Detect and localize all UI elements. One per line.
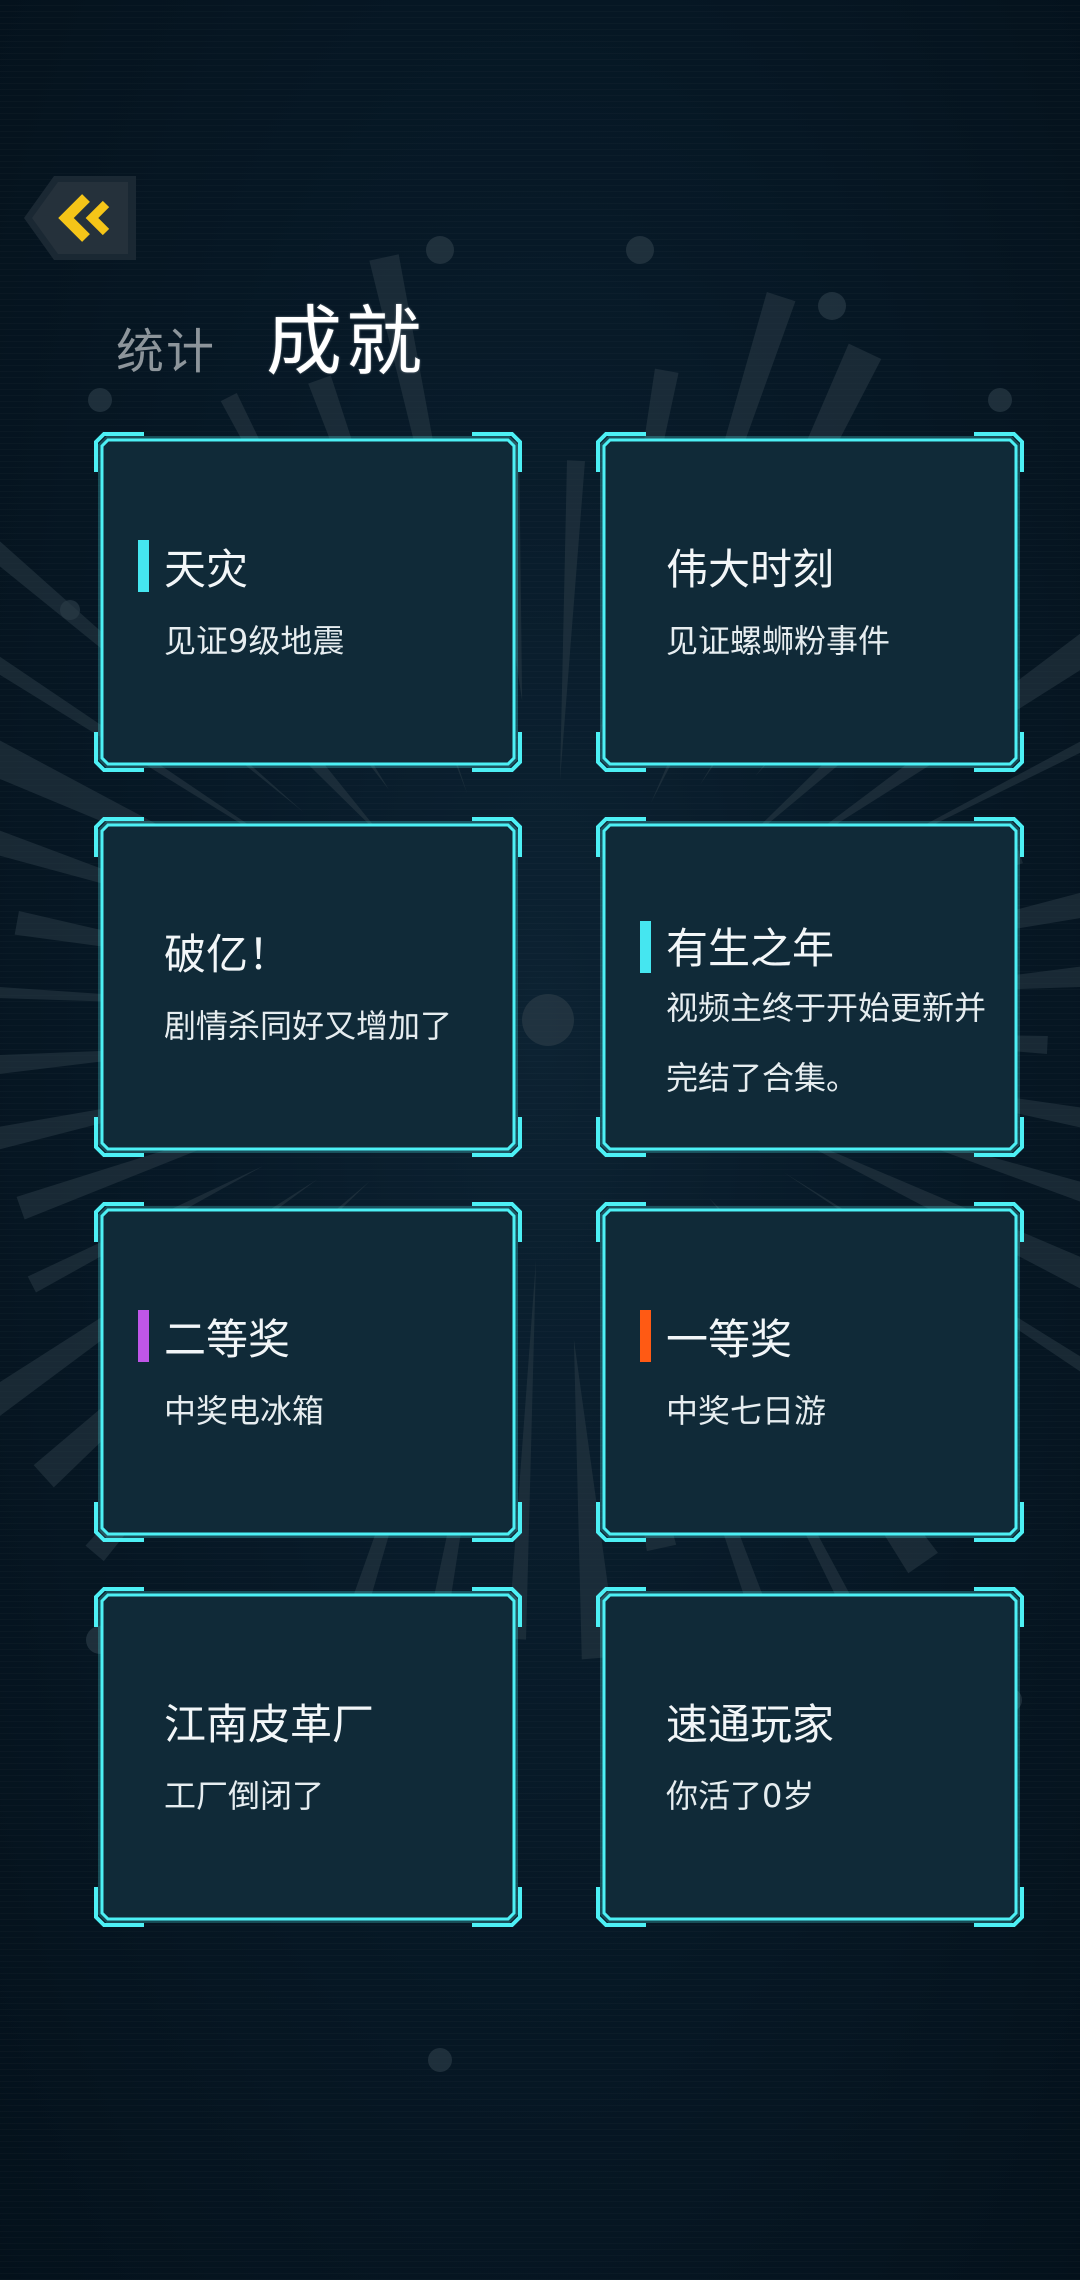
achievement-description: 工厂倒闭了 bbox=[164, 1777, 325, 1815]
achievement-title: 江南皮革厂 bbox=[164, 1700, 375, 1749]
achievement-description: 见证9级地震 bbox=[164, 622, 345, 660]
achievement-title: 伟大时刻 bbox=[666, 545, 835, 594]
achievement-title: 一等奖 bbox=[666, 1315, 793, 1364]
double-chevron-left-icon bbox=[24, 176, 136, 260]
card-frame bbox=[596, 1202, 1024, 1542]
tab-bar: 统计 成就 bbox=[116, 280, 426, 390]
burst-dot bbox=[428, 2048, 452, 2072]
card-frame bbox=[94, 1202, 522, 1542]
burst-dot bbox=[988, 388, 1012, 412]
achievement-title: 二等奖 bbox=[164, 1315, 291, 1364]
achievement-card[interactable]: 伟大时刻 见证螺蛳粉事件 bbox=[596, 432, 1024, 772]
accent-bar bbox=[138, 1310, 149, 1362]
achievement-title: 速通玩家 bbox=[666, 1700, 835, 1749]
achievement-description: 你活了0岁 bbox=[666, 1777, 815, 1815]
achievement-description: 剧情杀同好又增加了 bbox=[164, 1007, 453, 1045]
card-frame bbox=[596, 1587, 1024, 1927]
achievement-card[interactable]: 有生之年 视频主终于开始更新并完结了合集。 bbox=[596, 817, 1024, 1157]
burst-dot bbox=[522, 994, 574, 1046]
card-frame bbox=[94, 817, 522, 1157]
accent-bar bbox=[640, 921, 651, 973]
achievement-card[interactable]: 速通玩家 你活了0岁 bbox=[596, 1587, 1024, 1927]
back-button[interactable] bbox=[24, 170, 136, 266]
burst-dot bbox=[60, 600, 80, 620]
burst-dot bbox=[626, 236, 654, 264]
achievement-description: 视频主终于开始更新并完结了合集。 bbox=[666, 989, 987, 1097]
achievement-description: 中奖七日游 bbox=[666, 1392, 827, 1430]
burst-dot bbox=[818, 292, 846, 320]
achievement-card[interactable]: 二等奖 中奖电冰箱 bbox=[94, 1202, 522, 1542]
tab-achievements[interactable]: 成就 bbox=[266, 280, 426, 390]
achievement-card[interactable]: 一等奖 中奖七日游 bbox=[596, 1202, 1024, 1542]
card-frame bbox=[596, 432, 1024, 772]
card-frame bbox=[94, 1587, 522, 1927]
card-frame bbox=[94, 432, 522, 772]
accent-bar bbox=[138, 540, 149, 592]
achievement-card[interactable]: 破亿！ 剧情杀同好又增加了 bbox=[94, 817, 522, 1157]
burst-dot bbox=[426, 236, 454, 264]
burst-dot bbox=[88, 388, 112, 412]
achievement-title: 破亿！ bbox=[164, 930, 291, 979]
achievement-title: 有生之年 bbox=[666, 924, 835, 973]
achievement-description: 见证螺蛳粉事件 bbox=[666, 622, 891, 660]
accent-bar bbox=[640, 1310, 651, 1362]
tab-stats[interactable]: 统计 bbox=[116, 312, 216, 382]
achievement-card[interactable]: 天灾 见证9级地震 bbox=[94, 432, 522, 772]
achievement-description: 中奖电冰箱 bbox=[164, 1392, 325, 1430]
burst-ray bbox=[559, 460, 585, 781]
achievements-screen: 统计 成就 天灾 见证9级地震 伟大时刻 见证螺蛳粉事件 破亿！ 剧情杀同好又增… bbox=[0, 0, 1080, 2280]
achievement-title: 天灾 bbox=[164, 545, 249, 594]
achievement-card[interactable]: 江南皮革厂 工厂倒闭了 bbox=[94, 1587, 522, 1927]
